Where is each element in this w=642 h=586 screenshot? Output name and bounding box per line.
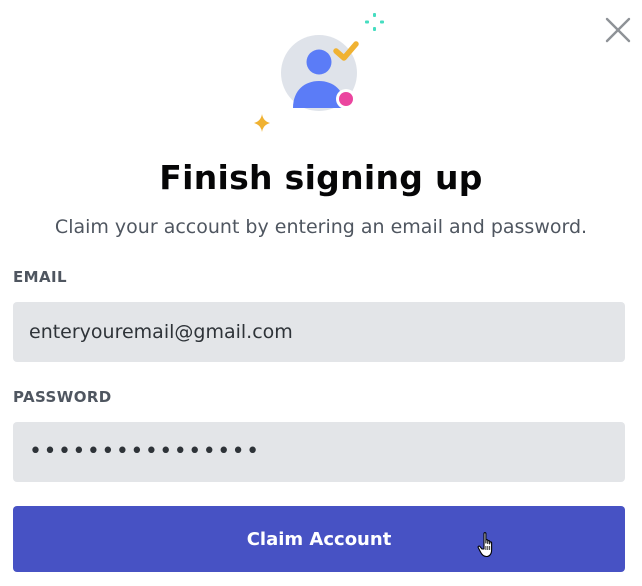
claim-account-label: Claim Account (246, 528, 392, 550)
password-label: PASSWORD (13, 388, 112, 406)
email-field[interactable]: enteryouremail@gmail.com (13, 302, 625, 362)
twinkle-icon (365, 13, 384, 31)
password-field[interactable]: •••••••••••••••• (13, 422, 625, 482)
close-icon (605, 17, 631, 43)
hero-illustration (245, 8, 395, 138)
sparkle-icon (254, 114, 270, 132)
email-label: EMAIL (13, 268, 67, 286)
close-button[interactable] (600, 12, 636, 48)
claim-account-button[interactable]: Claim Account (13, 506, 625, 572)
password-value: •••••••••••••••• (29, 439, 261, 464)
modal-title: Finish signing up (159, 158, 483, 197)
email-value: enteryouremail@gmail.com (29, 321, 293, 343)
hand-pointer-icon (477, 532, 493, 558)
modal-subtitle: Claim your account by entering an email … (54, 216, 588, 238)
claim-account-modal: Finish signing up Claim your account by … (0, 0, 642, 586)
